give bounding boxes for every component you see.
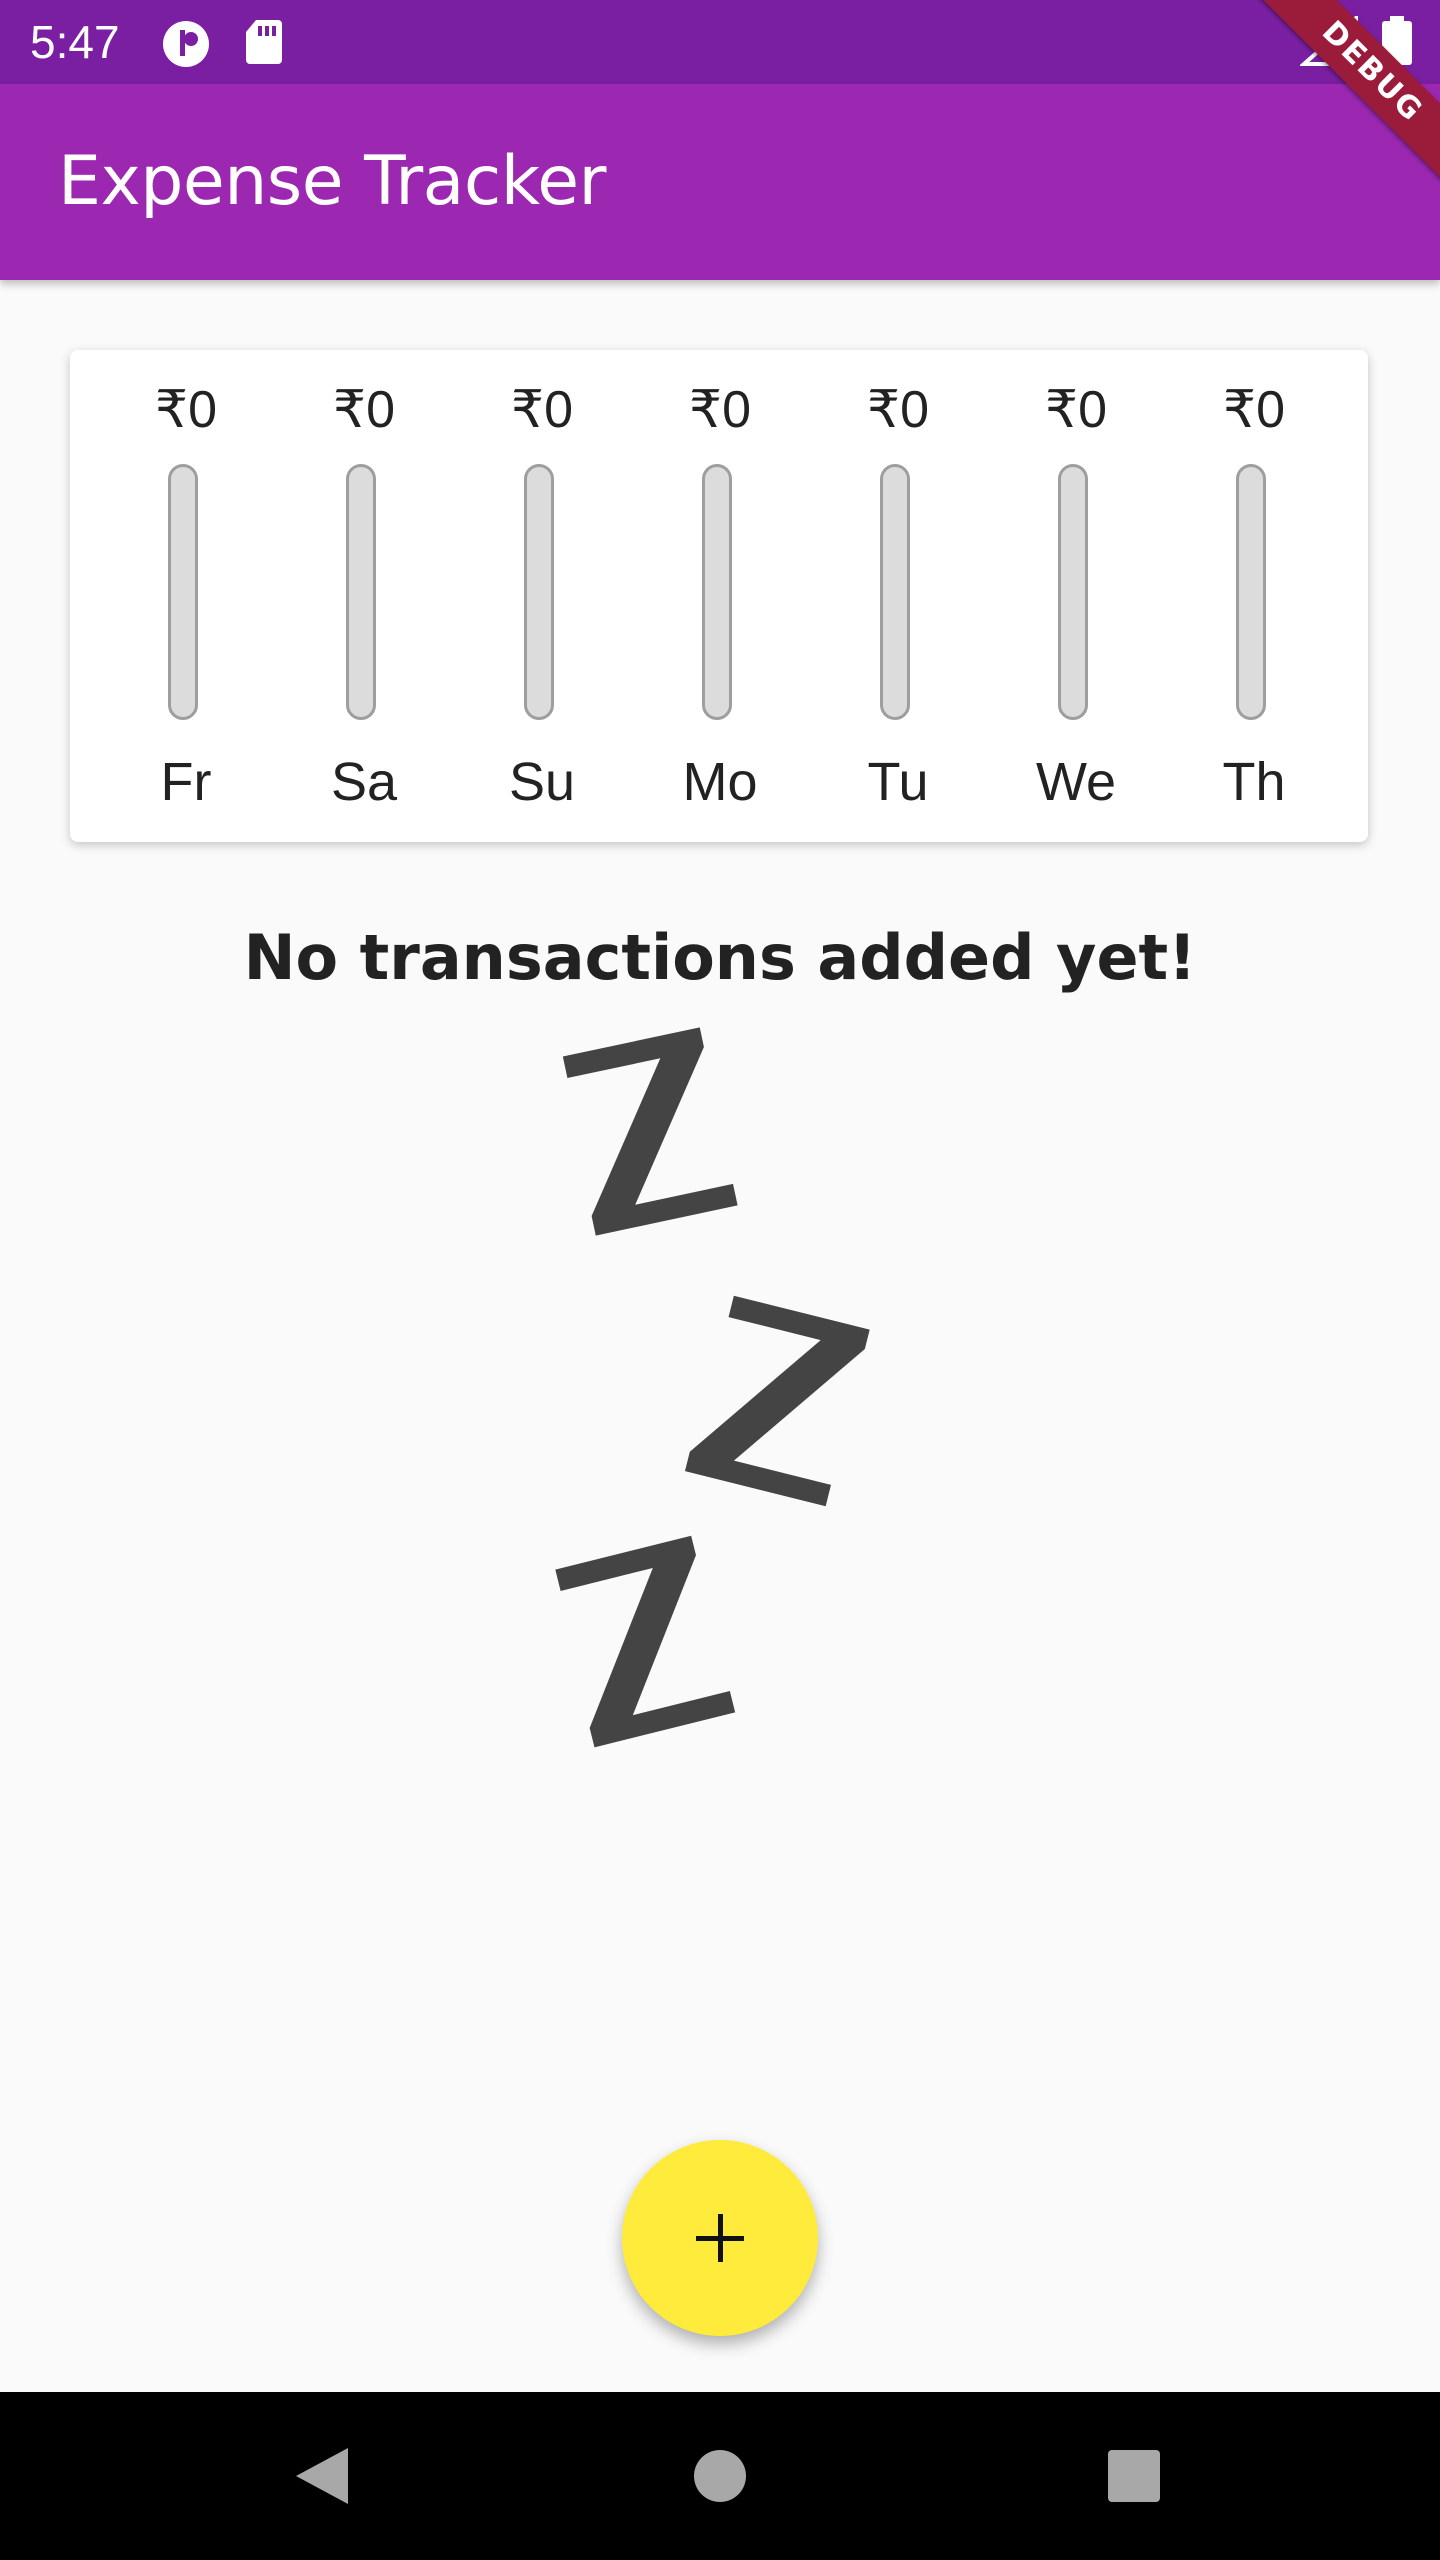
bar-amount: ₹0 (688, 381, 751, 439)
bar-amount: ₹0 (1044, 381, 1107, 439)
bar-day-label: Th (1222, 752, 1286, 812)
app-title: Expense Tracker (58, 142, 607, 221)
chart-bar-fr: ₹0 Fr (116, 350, 256, 842)
bar-amount: ₹0 (510, 381, 573, 439)
recents-icon[interactable] (1050, 2392, 1218, 2560)
bar-day-label: Su (508, 752, 576, 812)
bar-track (168, 464, 198, 720)
chart-bar-su: ₹0 Su (472, 350, 612, 842)
circle-badge-icon (163, 21, 209, 67)
bar-amount: ₹0 (1222, 381, 1285, 439)
bar-track (1236, 464, 1266, 720)
battery-icon (1382, 16, 1412, 65)
sleep-zzz-icon (555, 1027, 870, 1748)
weekly-chart-card: ₹0 Fr ₹0 Sa ₹0 Su ₹0 Mo ₹0 Tu ₹0 We ₹0 Th (70, 350, 1368, 842)
bar-amount: ₹0 (332, 381, 395, 439)
back-icon[interactable] (236, 2392, 404, 2560)
bar-amount: ₹0 (866, 381, 929, 439)
cell-signal-icon (1300, 16, 1358, 66)
bar-amount: ₹0 (154, 381, 217, 439)
bar-track (524, 464, 554, 720)
sd-card-icon (246, 20, 282, 64)
bar-day-label: Sa (330, 752, 398, 812)
bar-day-label: Tu (867, 752, 929, 812)
chart-bar-sa: ₹0 Sa (294, 350, 434, 842)
system-nav-bar (0, 2392, 1440, 2560)
empty-state-message: No transactions added yet! (243, 921, 1197, 994)
status-time: 5:47 (30, 16, 120, 68)
bar-day-label: We (1035, 752, 1117, 812)
add-transaction-button[interactable] (622, 2140, 818, 2336)
app-bar: Expense Tracker (0, 84, 1440, 280)
bar-track (346, 464, 376, 720)
bar-day-label: Mo (682, 752, 758, 812)
chart-bar-we: ₹0 We (1006, 350, 1146, 842)
home-icon[interactable] (636, 2392, 804, 2560)
bar-track (702, 464, 732, 720)
status-bar: 5:47 (0, 0, 1440, 84)
bar-track (1058, 464, 1088, 720)
chart-bar-th: ₹0 Th (1184, 350, 1324, 842)
bar-track (880, 464, 910, 720)
chart-bar-tu: ₹0 Tu (828, 350, 968, 842)
bar-day-label: Fr (160, 752, 212, 812)
chart-bar-mo: ₹0 Mo (650, 350, 790, 842)
